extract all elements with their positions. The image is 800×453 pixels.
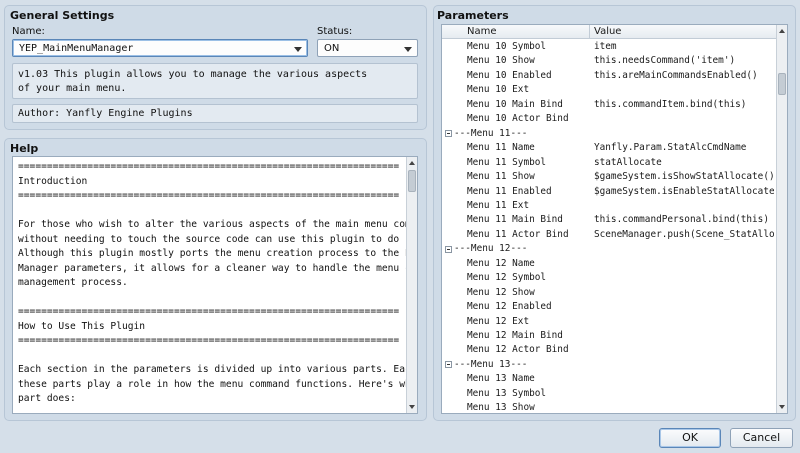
parameter-name: Menu 11 Enabled (467, 185, 552, 197)
parameter-group-row[interactable]: ---Menu 13--- (442, 358, 777, 372)
parameter-row[interactable]: Menu 11 Actor Bind SceneManager.push(Scen… (442, 228, 777, 242)
parameter-row[interactable]: Menu 10 Ext (442, 83, 777, 97)
parameter-row[interactable]: Menu 12 Main Bind (442, 329, 777, 343)
help-text-area[interactable]: ========================================… (12, 156, 418, 414)
parameter-row[interactable]: Menu 10 Symbol item (442, 40, 777, 54)
scroll-thumb[interactable] (408, 170, 416, 192)
parameter-name: Menu 11 Main Bind (467, 214, 563, 226)
parameter-name: Menu 12 Actor Bind (467, 344, 569, 356)
parameter-row[interactable]: Menu 12 Name (442, 257, 777, 271)
parameter-name: Menu 12 Show (467, 286, 535, 298)
parameter-row[interactable]: Menu 10 Show this.needsCommand('item') (442, 54, 777, 68)
parameter-row[interactable]: Menu 11 Ext (442, 199, 777, 213)
parameter-row[interactable]: Menu 12 Symbol (442, 271, 777, 285)
scroll-thumb[interactable] (778, 73, 786, 95)
plugin-author: Author: Yanfly Engine Plugins (12, 104, 418, 123)
general-settings-title: General Settings (10, 9, 115, 22)
column-header-name[interactable]: Name (467, 26, 497, 37)
parameter-value[interactable]: item (594, 40, 774, 54)
parameter-row[interactable]: Menu 11 Name Yanfly.Param.StatAlcCmdName (442, 141, 777, 155)
parameter-name: Menu 13 Name (467, 373, 535, 385)
parameter-group-row[interactable]: ---Menu 11--- (442, 127, 777, 141)
parameter-row[interactable]: Menu 11 Symbol statAllocate (442, 156, 777, 170)
chevron-down-icon (404, 47, 412, 52)
parameter-name: Menu 11 Name (467, 142, 535, 154)
parameter-row[interactable]: Menu 10 Enabled this.areMainCommandsEnabl… (442, 69, 777, 83)
parameter-row[interactable]: Menu 12 Show (442, 286, 777, 300)
parameter-value[interactable]: SceneManager.push(Scene_StatAlloca… (594, 228, 774, 242)
parameter-value[interactable]: $gameSystem.isEnableStatAllocate() (594, 185, 774, 199)
parameter-name: Menu 10 Show (467, 55, 535, 67)
plugin-name-value: YEP_MainMenuManager (19, 43, 134, 54)
parameter-row[interactable]: Menu 10 Actor Bind (442, 112, 777, 126)
arrow-down-icon (779, 405, 785, 409)
parameter-row[interactable]: Menu 13 Symbol (442, 387, 777, 401)
parameter-row[interactable]: Menu 12 Actor Bind (442, 343, 777, 357)
parameter-name: Menu 10 Enabled (467, 69, 552, 81)
parameters-table[interactable]: Name Value Menu 10 Symbol item Menu 10 Sho… (441, 24, 788, 414)
plugin-name-select[interactable]: YEP_MainMenuManager (12, 39, 308, 57)
parameter-name: Menu 13 Show (467, 402, 535, 414)
parameter-name: Menu 11 Actor Bind (467, 228, 569, 240)
parameter-name: Menu 12 Name (467, 257, 535, 269)
scroll-up-button[interactable] (407, 157, 417, 169)
parameter-name: ---Menu 12--- (454, 243, 528, 255)
scroll-down-button[interactable] (777, 401, 787, 413)
parameter-name: Menu 10 Ext (467, 84, 530, 96)
parameter-value[interactable]: Yanfly.Param.StatAlcCmdName (594, 141, 774, 155)
parameter-name: Menu 10 Symbol (467, 41, 547, 52)
parameter-name: ---Menu 11--- (454, 127, 528, 139)
parameter-name: Menu 10 Actor Bind (467, 113, 569, 125)
parameters-scrollbar[interactable] (776, 25, 787, 413)
parameter-value[interactable]: $gameSystem.isShowStatAllocate() (594, 170, 774, 184)
status-select[interactable]: ON (317, 39, 418, 57)
parameter-row[interactable]: Menu 13 Name (442, 372, 777, 386)
arrow-up-icon (409, 161, 415, 165)
ok-button[interactable]: OK (659, 428, 721, 448)
collapse-icon[interactable] (445, 361, 452, 369)
parameter-row[interactable]: Menu 12 Ext (442, 315, 777, 329)
scroll-up-button[interactable] (777, 25, 787, 37)
parameter-row[interactable]: Menu 10 Main Bind this.commandItem.bind(t… (442, 98, 777, 112)
parameter-name: Menu 12 Symbol (467, 272, 547, 284)
cancel-button[interactable]: Cancel (730, 428, 793, 448)
help-text: ========================================… (18, 161, 417, 404)
parameter-value[interactable]: this.commandPersonal.bind(this) (594, 213, 774, 227)
parameter-name: Menu 11 Symbol (467, 156, 547, 168)
scroll-down-button[interactable] (407, 401, 417, 413)
parameter-value[interactable]: this.commandItem.bind(this) (594, 98, 774, 112)
parameter-name: Menu 13 Symbol (467, 387, 547, 399)
parameter-name: Menu 11 Ext (467, 199, 530, 211)
parameters-title: Parameters (437, 9, 509, 22)
parameter-row[interactable]: Menu 12 Enabled (442, 300, 777, 314)
name-label: Name: (12, 26, 45, 37)
parameter-row[interactable]: Menu 11 Main Bind this.commandPersonal.bi… (442, 213, 777, 227)
collapse-icon[interactable] (445, 245, 452, 253)
chevron-down-icon (294, 47, 302, 52)
parameter-name: Menu 10 Main Bind (467, 98, 563, 110)
arrow-up-icon (779, 29, 785, 33)
parameter-value[interactable]: statAllocate (594, 156, 774, 170)
plugin-description: v1.03 This plugin allows you to manage t… (12, 63, 418, 99)
parameter-row[interactable]: Menu 11 Show $gameSystem.isShowStatAlloca… (442, 170, 777, 184)
collapse-icon[interactable] (445, 130, 452, 138)
status-value: ON (324, 43, 340, 54)
parameter-row[interactable]: Menu 13 Show (442, 401, 777, 414)
help-title: Help (10, 142, 39, 155)
parameter-name: Menu 12 Enabled (467, 301, 552, 313)
status-label: Status: (317, 26, 353, 37)
parameter-group-row[interactable]: ---Menu 12--- (442, 242, 777, 256)
parameter-name: Menu 12 Ext (467, 315, 530, 327)
parameter-name: Menu 12 Main Bind (467, 330, 563, 341)
parameter-name: Menu 11 Show (467, 171, 535, 183)
column-header-value[interactable]: Value (594, 26, 621, 37)
parameter-row[interactable]: Menu 11 Enabled $gameSystem.isEnableStatA… (442, 185, 777, 199)
parameter-value[interactable]: this.needsCommand('item') (594, 54, 774, 68)
parameter-value[interactable]: this.areMainCommandsEnabled() (594, 69, 774, 83)
help-scrollbar[interactable] (406, 157, 417, 413)
parameters-header: Name Value (442, 25, 777, 39)
arrow-down-icon (409, 405, 415, 409)
parameter-name: ---Menu 13--- (454, 358, 528, 370)
